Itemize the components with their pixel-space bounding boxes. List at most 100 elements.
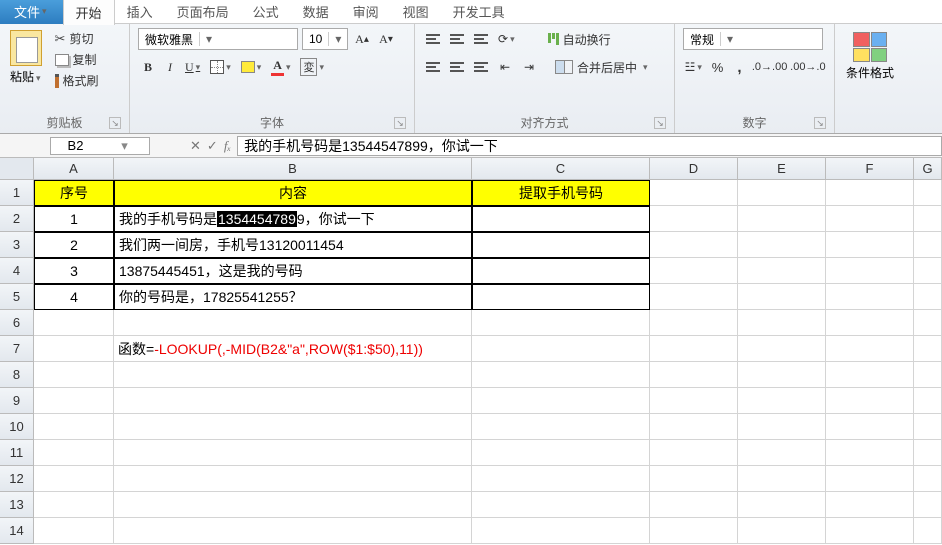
cell[interactable]: [914, 518, 942, 544]
cell[interactable]: [738, 284, 826, 310]
cell[interactable]: [650, 388, 738, 414]
cell[interactable]: [738, 258, 826, 284]
cell[interactable]: 内容: [114, 180, 472, 206]
cell[interactable]: [826, 362, 914, 388]
col-header-D[interactable]: D: [650, 158, 738, 180]
grow-font-button[interactable]: A▴: [352, 28, 372, 50]
cell[interactable]: [114, 492, 472, 518]
cell[interactable]: [114, 388, 472, 414]
cell[interactable]: [650, 310, 738, 336]
decrease-decimal-button[interactable]: .00→.0: [790, 56, 826, 78]
cell[interactable]: [472, 518, 650, 544]
cell[interactable]: [650, 414, 738, 440]
col-header-B[interactable]: B: [114, 158, 472, 180]
cell[interactable]: [826, 336, 914, 362]
cell[interactable]: [914, 388, 942, 414]
tab-formulas[interactable]: 公式: [241, 0, 291, 24]
cell[interactable]: [914, 414, 942, 440]
cell[interactable]: 1: [34, 206, 114, 232]
shrink-font-button[interactable]: A▾: [376, 28, 396, 50]
cell[interactable]: [914, 180, 942, 206]
cell[interactable]: [472, 206, 650, 232]
fx-icon[interactable]: fₓ: [224, 138, 231, 154]
cell[interactable]: [472, 440, 650, 466]
cell[interactable]: [472, 310, 650, 336]
cell[interactable]: [738, 310, 826, 336]
cell[interactable]: [914, 440, 942, 466]
cell[interactable]: [914, 232, 942, 258]
alignment-dialog-launcher[interactable]: ↘: [654, 117, 666, 129]
cell[interactable]: [914, 336, 942, 362]
cell[interactable]: [826, 284, 914, 310]
cell[interactable]: [114, 362, 472, 388]
cell[interactable]: [914, 284, 942, 310]
wrap-text-button[interactable]: 自动换行: [544, 29, 615, 50]
cell[interactable]: [738, 466, 826, 492]
cell[interactable]: [738, 440, 826, 466]
cell[interactable]: [826, 310, 914, 336]
tab-data[interactable]: 数据: [291, 0, 341, 24]
cell[interactable]: [914, 258, 942, 284]
row-header[interactable]: 1: [0, 180, 34, 206]
cell[interactable]: [34, 310, 114, 336]
confirm-edit-icon[interactable]: ✓: [207, 138, 218, 154]
tab-file[interactable]: 文件▾: [0, 0, 63, 24]
cell[interactable]: [34, 362, 114, 388]
format-painter-button[interactable]: 格式刷: [51, 70, 103, 91]
cell[interactable]: [34, 388, 114, 414]
cell[interactable]: [914, 466, 942, 492]
conditional-format-button[interactable]: 条件格式: [843, 28, 897, 81]
cell[interactable]: [826, 388, 914, 414]
cell[interactable]: [472, 284, 650, 310]
row-header[interactable]: 10: [0, 414, 34, 440]
cell[interactable]: [650, 258, 738, 284]
cell[interactable]: [826, 414, 914, 440]
font-name-combo[interactable]: 微软雅黑▾: [138, 28, 298, 50]
cell[interactable]: 我们两一间房，手机号13120011454: [114, 232, 472, 258]
cell[interactable]: [650, 284, 738, 310]
row-header[interactable]: 9: [0, 388, 34, 414]
paste-button[interactable]: 粘贴▾: [8, 28, 45, 91]
row-header[interactable]: 4: [0, 258, 34, 284]
merge-center-button[interactable]: 合并后居中▾: [551, 57, 654, 78]
row-header[interactable]: 12: [0, 466, 34, 492]
cell[interactable]: 提取手机号码: [472, 180, 650, 206]
clipboard-dialog-launcher[interactable]: ↘: [109, 117, 121, 129]
font-dialog-launcher[interactable]: ↘: [394, 117, 406, 129]
align-bottom-button[interactable]: [471, 28, 491, 50]
cell[interactable]: [114, 518, 472, 544]
row-header[interactable]: 2: [0, 206, 34, 232]
align-middle-button[interactable]: [447, 28, 467, 50]
cell[interactable]: [34, 518, 114, 544]
cell[interactable]: [738, 492, 826, 518]
bold-button[interactable]: B: [138, 56, 158, 78]
cell[interactable]: 你的号码是，17825541255？: [114, 284, 472, 310]
formula-input[interactable]: 我的手机号码是13544547899，你试一下: [237, 136, 942, 156]
cell[interactable]: [472, 232, 650, 258]
cell[interactable]: [826, 232, 914, 258]
number-dialog-launcher[interactable]: ↘: [814, 117, 826, 129]
orientation-button[interactable]: ⟳▾: [495, 28, 520, 50]
increase-indent-button[interactable]: ⇥: [519, 56, 539, 78]
cell[interactable]: [650, 232, 738, 258]
cell[interactable]: [472, 492, 650, 518]
row-header[interactable]: 5: [0, 284, 34, 310]
font-size-combo[interactable]: 10▾: [302, 28, 348, 50]
cell[interactable]: [472, 362, 650, 388]
cell[interactable]: [738, 206, 826, 232]
cell[interactable]: [826, 466, 914, 492]
comma-button[interactable]: ,: [729, 56, 749, 78]
cell[interactable]: [914, 492, 942, 518]
italic-button[interactable]: I: [160, 56, 180, 78]
cell[interactable]: [738, 414, 826, 440]
cell[interactable]: 4: [34, 284, 114, 310]
cell-formula-hint[interactable]: 函数=-LOOKUP(,-MID(B2&"a",ROW($1:$50),11)): [114, 336, 472, 362]
cell[interactable]: [826, 492, 914, 518]
cell[interactable]: [826, 518, 914, 544]
align-center-button[interactable]: [447, 56, 467, 78]
cell[interactable]: [34, 440, 114, 466]
tab-layout[interactable]: 页面布局: [165, 0, 241, 24]
cell[interactable]: [472, 336, 650, 362]
cancel-edit-icon[interactable]: ✕: [190, 138, 201, 154]
cell[interactable]: [114, 310, 472, 336]
